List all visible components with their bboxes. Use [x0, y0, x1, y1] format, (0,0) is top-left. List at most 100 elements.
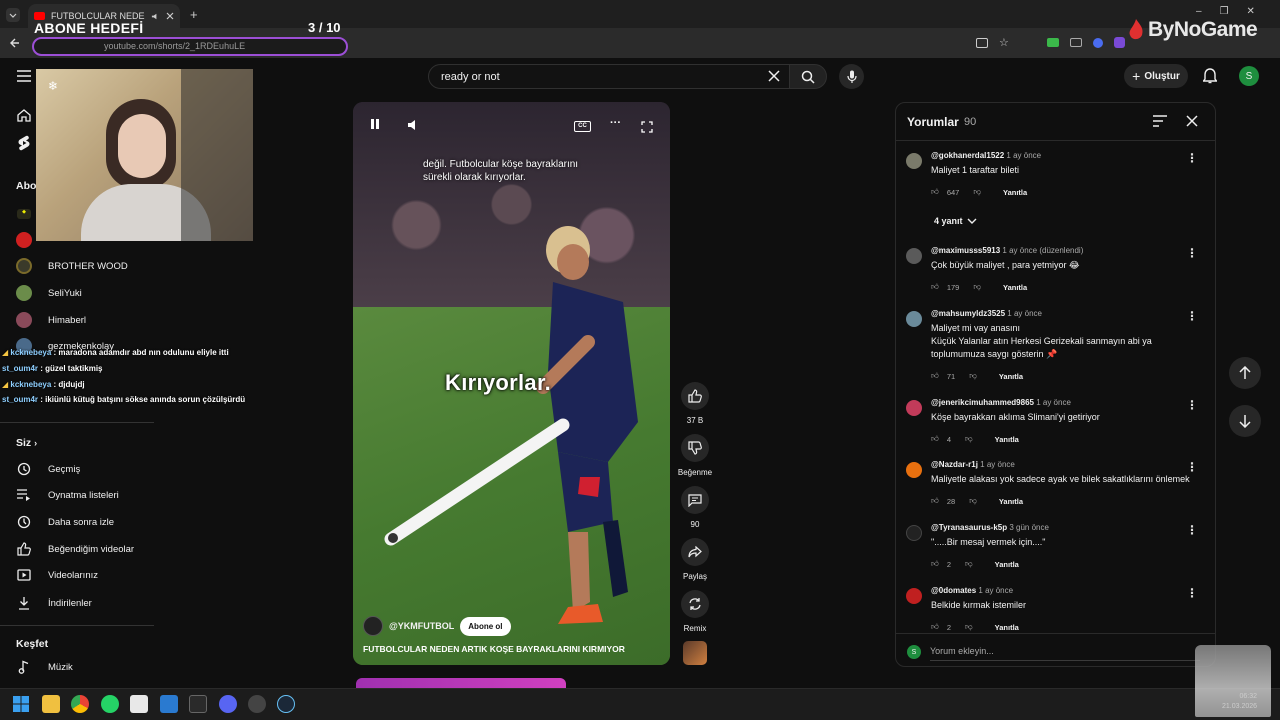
subscription-avatar-icon[interactable]: ◆ [17, 209, 31, 219]
steam-icon[interactable] [277, 695, 295, 713]
comment-author[interactable]: @Nazdar-r1j [931, 460, 978, 469]
sidebar-item-liked[interactable]: Beğendiğim videolar [14, 542, 134, 556]
dislike-action[interactable]: Beğenme [678, 434, 712, 477]
search-input[interactable]: ready or not [428, 64, 790, 89]
reply-button[interactable]: Yanıtla [995, 560, 1019, 569]
remix-button[interactable] [681, 590, 709, 618]
video-title[interactable]: FUTBOLCULAR NEDEN ARTIK KOŞE BAYRAKLARIN… [363, 644, 625, 654]
next-short-preview[interactable] [356, 678, 566, 688]
previous-short-button[interactable] [1229, 357, 1261, 389]
comment-dislike-icon[interactable]: 👎︎ [965, 559, 973, 569]
channel-avatar[interactable] [363, 616, 383, 636]
sidebar-sub-brother-wood[interactable]: BROTHER WOOD [14, 258, 128, 274]
back-icon[interactable] [9, 37, 21, 49]
comment-author[interactable]: @gokhanerdal1522 [931, 151, 1004, 160]
comment-avatar[interactable] [906, 525, 922, 541]
epic-games-icon[interactable] [189, 695, 207, 713]
sidebar-item-your-videos[interactable]: Videolarınız [14, 569, 98, 581]
create-button[interactable]: + Oluştur [1124, 64, 1188, 88]
bookmark-star-icon[interactable]: ☆ [999, 36, 1009, 49]
subscription-avatar-icon[interactable] [16, 232, 32, 248]
share-action[interactable]: Paylaş [678, 538, 712, 581]
comments-action[interactable]: 90 [678, 486, 712, 529]
reply-button[interactable]: Yanıtla [1003, 283, 1027, 292]
discord-icon[interactable] [219, 695, 237, 713]
extension-grid-icon[interactable] [1069, 38, 1082, 47]
subscribe-button[interactable]: Abone ol [460, 616, 511, 636]
maximize-icon[interactable]: ❐ [1220, 6, 1229, 17]
remix-action[interactable]: Remix [678, 590, 712, 633]
comment-dislike-icon[interactable]: 👎︎ [969, 371, 977, 381]
comment-like-icon[interactable]: 👍︎ [931, 496, 939, 506]
more-options-icon[interactable]: ··· [610, 117, 621, 129]
comment-like-icon[interactable]: 👍︎ [931, 559, 939, 569]
next-short-button[interactable] [1229, 405, 1261, 437]
app-icon[interactable] [248, 695, 266, 713]
address-bar[interactable]: youtube.com/shorts/2_1RDEuhuLE [32, 37, 348, 56]
search-button[interactable] [789, 64, 827, 89]
comment-author[interactable]: @0domates [931, 586, 976, 595]
comment-dislike-icon[interactable]: 👎︎ [965, 434, 973, 444]
tab-search-button[interactable] [6, 8, 20, 22]
comment-more-icon[interactable]: ⋮ [1186, 309, 1198, 323]
sort-icon[interactable] [1153, 115, 1167, 127]
comment-more-icon[interactable]: ⋮ [1186, 246, 1198, 260]
whatsapp-icon[interactable] [101, 695, 119, 713]
comment-more-icon[interactable]: ⋮ [1186, 460, 1198, 474]
comment-more-icon[interactable]: ⋮ [1186, 151, 1198, 165]
share-button[interactable] [681, 538, 709, 566]
shorts-icon[interactable] [17, 135, 31, 151]
comments-button[interactable] [681, 486, 709, 514]
extension-blue-icon[interactable] [1092, 37, 1103, 48]
home-icon[interactable] [17, 109, 31, 122]
menu-icon[interactable] [17, 70, 31, 82]
sidebar-item-music[interactable]: Müzik [14, 660, 73, 674]
channel-name[interactable]: @YKMFUTBOL [389, 621, 454, 631]
comment-author[interactable]: @jenerikcimuhammed9865 [931, 398, 1034, 407]
reply-button[interactable]: Yanıtla [1003, 188, 1027, 197]
dislike-button[interactable] [681, 434, 709, 462]
notifications-bell-icon[interactable] [1203, 68, 1217, 84]
sidebar-sub-himaberl[interactable]: Himaberl [14, 312, 86, 328]
close-window-icon[interactable]: ✕ [1247, 6, 1255, 17]
sidebar-item-playlists[interactable]: Oynatma listeleri [14, 489, 119, 501]
fullscreen-icon[interactable] [641, 121, 653, 133]
like-action[interactable]: 37 B [678, 382, 712, 425]
file-explorer-icon[interactable] [42, 695, 60, 713]
extension-purple-icon[interactable] [1113, 37, 1125, 48]
voice-search-button[interactable] [839, 64, 864, 89]
sidebar-item-downloads[interactable]: İndirilenler [14, 596, 92, 610]
comment-avatar[interactable] [906, 462, 922, 478]
install-app-icon[interactable] [976, 37, 988, 48]
comment-dislike-icon[interactable]: 👎︎ [969, 496, 977, 506]
comment-dislike-icon[interactable]: 👎︎ [973, 187, 981, 197]
comment-dislike-icon[interactable]: 👎︎ [965, 622, 973, 632]
photos-icon[interactable] [160, 695, 178, 713]
close-tab-icon[interactable] [166, 12, 174, 20]
comment-more-icon[interactable]: ⋮ [1186, 586, 1198, 600]
sidebar-item-watch-later[interactable]: Daha sonra izle [14, 515, 114, 529]
comment-avatar[interactable] [906, 588, 922, 604]
clear-search-icon[interactable] [768, 70, 780, 82]
volume-icon[interactable] [407, 119, 421, 131]
account-avatar[interactable]: S [1239, 66, 1259, 86]
comment-like-icon[interactable]: 👍︎ [931, 371, 939, 381]
reply-button[interactable]: Yanıtla [999, 497, 1023, 506]
add-comment-input[interactable]: Yorum ekleyin... [930, 643, 1200, 661]
comment-like-icon[interactable]: 👍︎ [931, 622, 939, 632]
speaker-icon[interactable] [151, 12, 160, 21]
comment-like-icon[interactable]: 👍︎ [931, 187, 939, 197]
comment-author[interactable]: @Tyranasaurus-k5p [931, 523, 1007, 532]
comment-avatar[interactable] [906, 400, 922, 416]
captions-icon[interactable]: CC [574, 121, 591, 132]
pause-button[interactable] [369, 118, 381, 130]
extension-green-icon[interactable] [1046, 38, 1059, 47]
reply-button[interactable]: Yanıtla [995, 623, 1019, 632]
sound-thumbnail[interactable] [683, 641, 707, 665]
you-section-header[interactable]: Siz › [16, 437, 37, 449]
comment-like-icon[interactable]: 👍︎ [931, 282, 939, 292]
comment-author[interactable]: @maximusss5913 [931, 246, 1000, 255]
comment-more-icon[interactable]: ⋮ [1186, 398, 1198, 412]
comment-avatar[interactable] [906, 311, 922, 327]
windows-start-icon[interactable] [13, 696, 29, 712]
